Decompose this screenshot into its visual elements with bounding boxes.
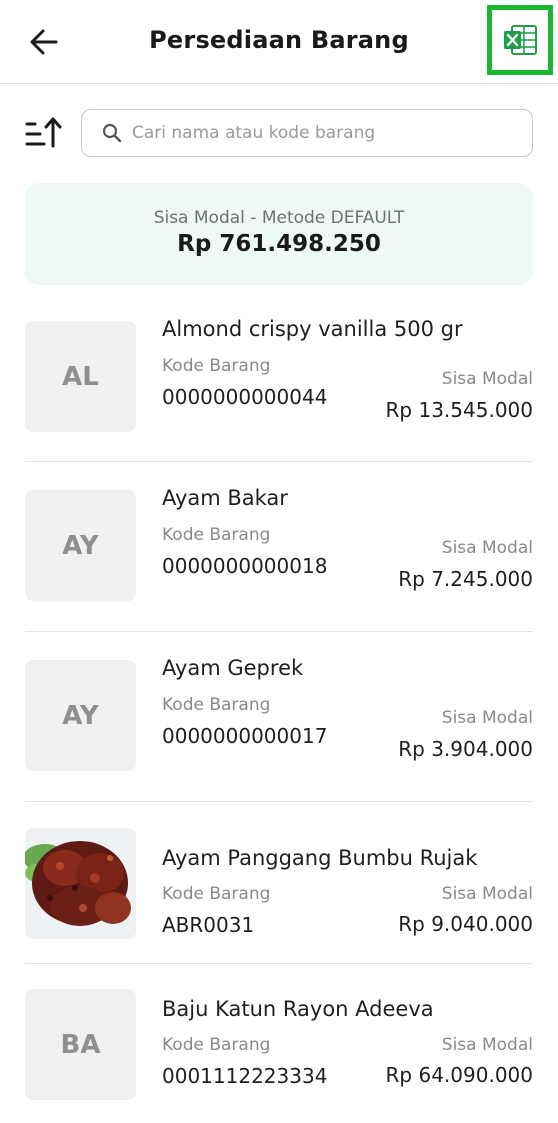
item-name: Baju Katun Rayon Adeeva <box>162 997 434 1021</box>
modal-value: Rp 3.904.000 <box>398 737 533 761</box>
list-item[interactable]: BA Baju Katun Rayon Adeeva Kode Barang 0… <box>25 964 533 1114</box>
modal-label: Sisa Modal <box>441 369 533 389</box>
code-value: 0000000000017 <box>162 724 328 748</box>
item-thumbnail: BA <box>25 989 136 1100</box>
sort-button[interactable] <box>24 114 64 152</box>
list-item[interactable]: AY Ayam Bakar Kode Barang 0000000000018 … <box>25 462 533 632</box>
search-icon <box>102 123 122 143</box>
list-item[interactable]: AL Almond crispy vanilla 500 gr Kode Bar… <box>25 292 533 462</box>
food-photo-icon <box>25 828 136 939</box>
item-thumbnail: AY <box>25 490 136 601</box>
summary-card: Sisa Modal - Metode DEFAULT Rp 761.498.2… <box>25 183 533 285</box>
list-item[interactable]: Ayam Panggang Bumbu Rujak Kode Barang AB… <box>25 802 533 964</box>
modal-value: Rp 9.040.000 <box>398 912 533 936</box>
code-label: Kode Barang <box>162 356 271 376</box>
item-name: Ayam Geprek <box>162 656 304 680</box>
list-item[interactable]: AY Ayam Geprek Kode Barang 0000000000017… <box>25 632 533 802</box>
code-label: Kode Barang <box>162 525 271 545</box>
page-title: Persediaan Barang <box>149 26 409 54</box>
code-value: 0000000000044 <box>162 385 328 409</box>
sort-icon <box>25 117 62 148</box>
item-thumbnail: AL <box>25 321 136 432</box>
code-label: Kode Barang <box>162 1035 271 1055</box>
item-name: Ayam Panggang Bumbu Rujak <box>162 846 478 870</box>
modal-label: Sisa Modal <box>441 1035 533 1055</box>
modal-value: Rp 13.545.000 <box>385 398 533 422</box>
search-input[interactable] <box>132 123 512 143</box>
code-value: ABR0031 <box>162 913 255 937</box>
item-thumbnail: AY <box>25 660 136 771</box>
modal-label: Sisa Modal <box>441 708 533 728</box>
summary-value: Rp 761.498.250 <box>177 231 381 257</box>
item-photo <box>25 828 136 939</box>
modal-label: Sisa Modal <box>441 538 533 558</box>
item-name: Almond crispy vanilla 500 gr <box>162 317 463 341</box>
code-label: Kode Barang <box>162 884 271 904</box>
code-value: 0000000000018 <box>162 554 328 578</box>
excel-icon <box>504 25 537 55</box>
code-value: 0001112223334 <box>162 1064 328 1088</box>
item-list: AL Almond crispy vanilla 500 gr Kode Bar… <box>25 292 533 1114</box>
export-excel-button[interactable] <box>487 5 553 75</box>
code-label: Kode Barang <box>162 695 271 715</box>
modal-label: Sisa Modal <box>441 884 533 904</box>
modal-value: Rp 7.245.000 <box>398 567 533 591</box>
search-field[interactable] <box>81 109 533 157</box>
item-name: Ayam Bakar <box>162 486 288 510</box>
summary-label: Sisa Modal - Metode DEFAULT <box>153 208 405 228</box>
app-header: Persediaan Barang <box>0 0 558 84</box>
modal-value: Rp 64.090.000 <box>385 1063 533 1087</box>
